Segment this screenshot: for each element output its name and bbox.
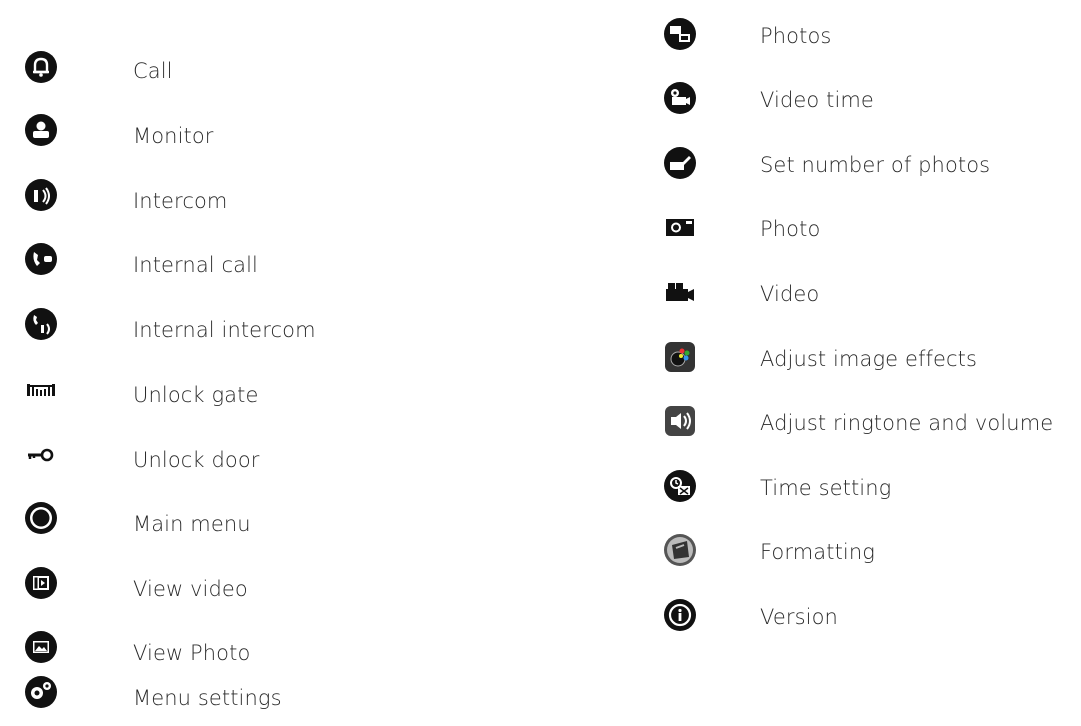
volume-icon [663, 404, 697, 438]
key-icon [24, 437, 58, 471]
clock-icon [663, 469, 697, 503]
photo-count-icon [663, 146, 697, 180]
item-label: Unlock door [133, 448, 260, 472]
item-label: Set number of photos [760, 153, 991, 177]
gate-icon [24, 372, 58, 406]
handset-icon [24, 242, 58, 276]
ring-icon [24, 501, 58, 535]
image-effects-icon [663, 340, 697, 374]
item-label: Video [760, 282, 820, 306]
film-icon [24, 566, 58, 600]
item-label: Intercom [133, 189, 228, 213]
bell-icon [24, 50, 58, 84]
person-icon [24, 113, 58, 147]
info-icon [663, 598, 697, 632]
item-label: Call [133, 59, 173, 83]
item-label: Internal call [133, 253, 258, 277]
item-label: Adjust image effects [760, 347, 978, 371]
item-label: Main menu [133, 512, 251, 536]
item-label: View video [133, 577, 248, 601]
item-label: Unlock gate [133, 383, 259, 407]
camera-icon [663, 210, 697, 244]
item-label: View Photo [133, 641, 251, 665]
video-camera-icon [663, 275, 697, 309]
item-label: Formatting [760, 540, 875, 564]
speaker-icon [24, 178, 58, 212]
gear-icon [24, 675, 58, 709]
item-label: Version [760, 605, 838, 629]
item-label: Internal intercom [133, 318, 316, 342]
item-label: Photo [760, 217, 821, 241]
format-icon [663, 533, 697, 567]
handset-speaker-icon [24, 307, 58, 341]
item-label: Time setting [760, 476, 892, 500]
photos-icon [663, 17, 697, 51]
item-label: Menu settings [133, 686, 282, 710]
picture-icon [24, 630, 58, 664]
item-label: Monitor [133, 124, 214, 148]
item-label: Photos [760, 24, 832, 48]
video-time-icon [663, 81, 697, 115]
item-label: Adjust ringtone and volume [760, 411, 1054, 435]
item-label: Video time [760, 88, 874, 112]
